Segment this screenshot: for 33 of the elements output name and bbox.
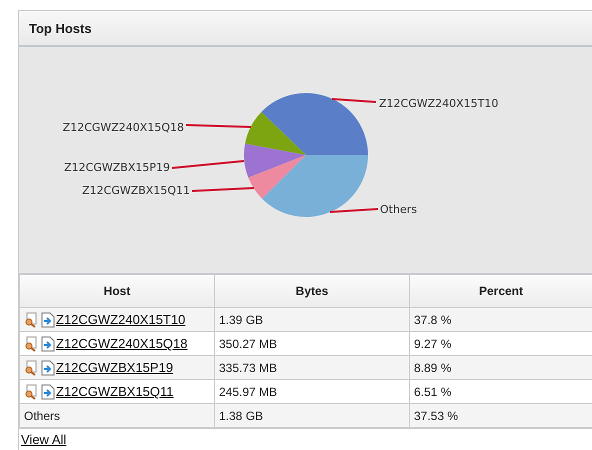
host-link[interactable]: Z12CGWZ240X15Q18	[56, 336, 188, 351]
leader-line	[192, 187, 254, 192]
host-link[interactable]: Z12CGWZ240X15T10	[56, 312, 186, 327]
column-header: Bytes	[214, 275, 410, 308]
leader-line	[186, 124, 252, 128]
table-cell: 37.53 %	[410, 404, 592, 428]
document-arrow-icon[interactable]	[40, 312, 56, 328]
column-header: Host	[20, 275, 214, 308]
panel-title: Top Hosts	[29, 20, 92, 36]
table-cell: 335.73 MB	[214, 356, 410, 380]
column-header: Percent	[410, 275, 592, 308]
table-cell: 6.51 %	[410, 380, 592, 404]
table-cell: 1.38 GB	[214, 404, 410, 428]
leader-line	[330, 208, 378, 213]
table-cell: 1.39 GB	[214, 308, 410, 332]
document-arrow-icon[interactable]	[40, 360, 56, 376]
host-link[interactable]: Z12CGWZBX15P19	[56, 360, 174, 375]
chart-label: Z12CGWZ240X15T10	[379, 97, 498, 110]
chart-label: Z12CGWZBX15Q11	[82, 184, 190, 197]
table-cell: 8.89 %	[410, 356, 592, 380]
table-cell: 350.27 MB	[214, 332, 410, 356]
view-all-link[interactable]: View All	[21, 432, 66, 447]
table-cell: 9.27 %	[410, 332, 592, 356]
chart-label: Z12CGWZBX15P19	[64, 161, 170, 174]
host-link[interactable]: Z12CGWZBX15Q11	[56, 384, 174, 399]
leader-line	[332, 98, 376, 103]
document-arrow-icon[interactable]	[40, 384, 56, 400]
table-cell: 37.8 %	[410, 308, 592, 332]
document-arrow-icon[interactable]	[40, 336, 56, 352]
chart-label: Z12CGWZ240X15Q18	[62, 121, 184, 134]
table-cell: 245.97 MB	[214, 380, 410, 404]
chart-label: Others	[380, 203, 417, 216]
host-name: Others	[24, 408, 60, 422]
